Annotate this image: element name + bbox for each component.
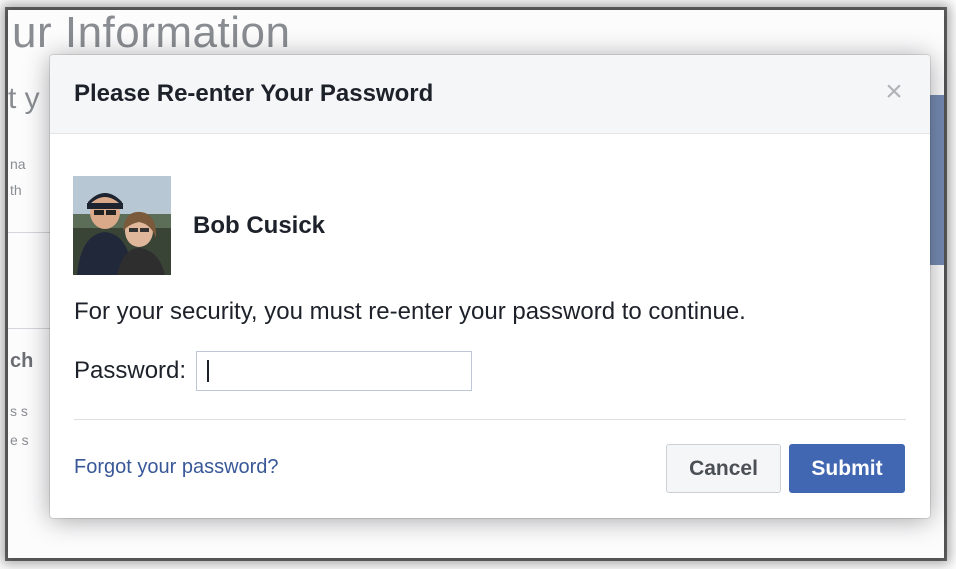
password-label: Password: xyxy=(74,357,187,384)
text-cursor xyxy=(207,360,210,382)
password-input[interactable] xyxy=(196,351,473,391)
reenter-password-dialog: Please Re-enter Your Password × Bob Cusi… xyxy=(50,55,930,518)
avatar-photo-icon xyxy=(73,176,171,275)
password-row: Password: xyxy=(74,351,473,391)
avatar xyxy=(73,176,171,275)
screenshot-stage: ur Information t y na th ch s s e s Plea… xyxy=(0,0,956,569)
footer-divider xyxy=(74,419,906,420)
close-icon[interactable]: × xyxy=(880,77,908,107)
user-name: Bob Cusick xyxy=(193,211,326,239)
user-identity-row: Bob Cusick xyxy=(73,176,325,275)
dialog-title: Please Re-enter Your Password xyxy=(74,80,434,107)
cancel-button[interactable]: Cancel xyxy=(666,444,781,493)
forgot-password-link[interactable]: Forgot your password? xyxy=(74,456,279,479)
security-message: For your security, you must re-enter you… xyxy=(74,298,746,325)
submit-button[interactable]: Submit xyxy=(789,444,905,493)
password-input-wrapper xyxy=(196,351,473,391)
dialog-header: Please Re-enter Your Password × xyxy=(50,55,930,134)
